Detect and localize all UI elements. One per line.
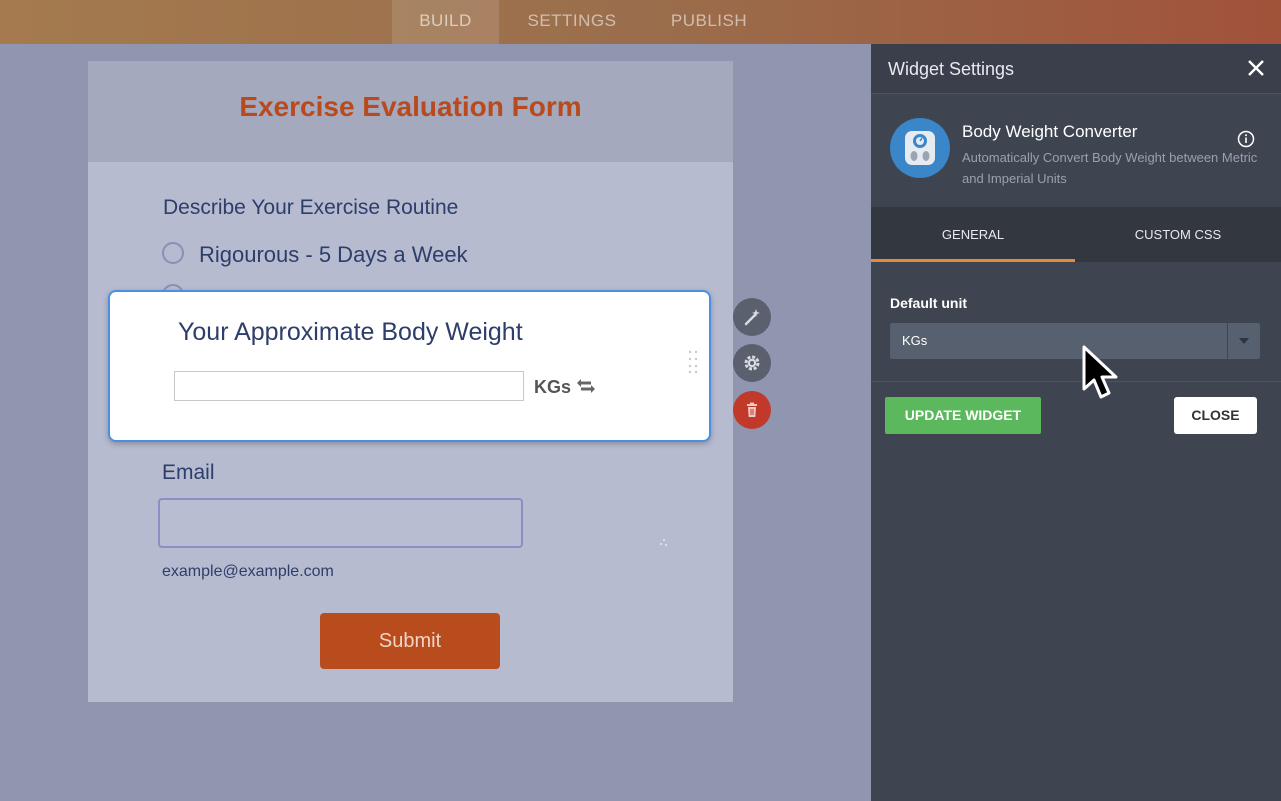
drag-handle-icon[interactable] — [688, 350, 698, 374]
default-unit-select[interactable]: KGs — [890, 323, 1260, 359]
resize-handle-icon[interactable] — [658, 538, 670, 548]
panel-tabs: GENERAL CUSTOM CSS — [871, 207, 1281, 262]
update-widget-button[interactable]: UPDATE WIDGET — [885, 397, 1041, 434]
swap-icon[interactable] — [574, 376, 598, 396]
panel-divider — [871, 381, 1281, 382]
magic-wand-icon — [744, 309, 760, 326]
top-navigation: BUILD SETTINGS PUBLISH — [0, 0, 1281, 44]
body-weight-widget[interactable]: Your Approximate Body Weight KGs — [108, 290, 711, 442]
widget-settings-panel: Widget Settings Body Weight Converter Au… — [871, 44, 1281, 801]
unit-label: KGs — [534, 377, 572, 397]
tab-build[interactable]: BUILD — [392, 0, 499, 44]
widget-avatar — [890, 118, 950, 178]
tab-settings[interactable]: SETTINGS — [510, 0, 634, 44]
default-unit-value: KGs — [902, 333, 928, 348]
gear-icon — [744, 355, 760, 371]
radio-rigourous-label[interactable]: Rigourous - 5 Days a Week — [199, 242, 468, 268]
routine-question-label[interactable]: Describe Your Exercise Routine — [163, 196, 458, 220]
body-weight-label[interactable]: Your Approximate Body Weight — [178, 318, 523, 347]
info-icon[interactable] — [1237, 130, 1255, 148]
tab-custom-css[interactable]: CUSTOM CSS — [1075, 207, 1281, 262]
submit-button[interactable]: Submit — [320, 613, 500, 669]
panel-title: Widget Settings — [888, 59, 1015, 79]
email-field[interactable] — [158, 498, 523, 548]
default-unit-label: Default unit — [890, 295, 967, 311]
settings-button[interactable] — [733, 344, 771, 382]
tab-general[interactable]: GENERAL — [871, 207, 1075, 262]
trash-icon — [747, 402, 757, 417]
body-weight-input[interactable] — [174, 371, 524, 401]
widget-info: Body Weight Converter Automatically Conv… — [871, 94, 1281, 207]
tab-publish[interactable]: PUBLISH — [651, 0, 767, 44]
email-sublabel: example@example.com — [162, 563, 334, 580]
dropdown-arrow-icon — [1239, 338, 1249, 344]
close-button[interactable]: CLOSE — [1174, 397, 1257, 434]
form-header: Exercise Evaluation Form — [88, 61, 733, 162]
mouse-cursor-icon — [1082, 345, 1118, 399]
widget-name: Body Weight Converter — [962, 122, 1138, 141]
delete-button[interactable] — [733, 391, 771, 429]
magic-wand-button[interactable] — [733, 298, 771, 336]
form-title: Exercise Evaluation Form — [239, 91, 582, 122]
select-arrow[interactable] — [1227, 323, 1260, 359]
radio-rigourous[interactable] — [162, 242, 184, 264]
widget-description: Automatically Convert Body Weight betwee… — [962, 150, 1258, 186]
email-label[interactable]: Email — [162, 461, 215, 485]
panel-header: Widget Settings — [871, 44, 1281, 94]
scale-icon — [905, 131, 935, 165]
close-icon[interactable] — [1246, 58, 1266, 78]
